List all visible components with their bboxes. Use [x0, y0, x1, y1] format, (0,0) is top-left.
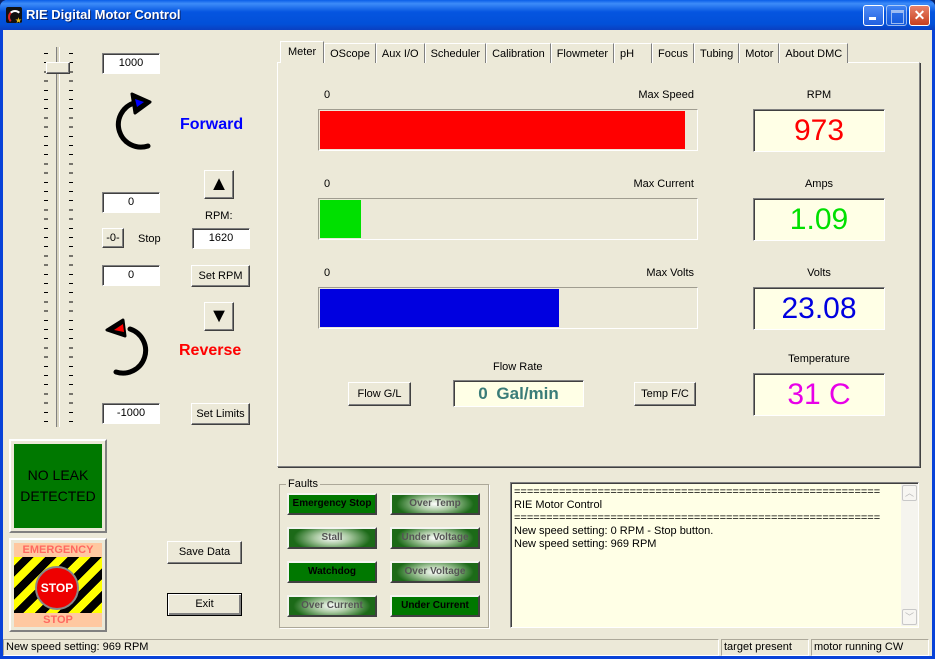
fault-over-voltage: Over Voltage: [390, 561, 480, 583]
zero-button[interactable]: -0-: [102, 228, 124, 248]
tab-focus[interactable]: Focus: [652, 43, 695, 63]
tab-about-dmc[interactable]: About DMC: [779, 43, 849, 63]
current-speed-field[interactable]: 0: [102, 192, 160, 213]
hazard-stripes: EMERGENCY STOP STOP: [14, 543, 102, 627]
tab-motor[interactable]: Motor: [739, 43, 780, 63]
status-target: target present: [721, 639, 809, 656]
emergency-stop-button[interactable]: EMERGENCY STOP STOP: [9, 538, 107, 632]
tab-tubing[interactable]: Tubing: [694, 43, 740, 63]
flow-rate-label: Flow Rate: [493, 361, 543, 373]
emergency-label: EMERGENCY: [14, 543, 102, 557]
flow-units-button[interactable]: Flow G/L: [348, 382, 411, 406]
log-text: ========================================…: [514, 486, 880, 551]
fault-under-current: Under Current: [390, 595, 480, 617]
temperature-readout: 31 C: [753, 373, 885, 416]
temp-units-button[interactable]: Temp F/C: [634, 382, 696, 406]
tab-flowmeter[interactable]: Flowmeter: [550, 43, 615, 63]
event-log[interactable]: ========================================…: [510, 482, 919, 628]
bar-max-label: Max Speed: [638, 89, 694, 101]
exit-button[interactable]: Exit: [167, 593, 242, 616]
volts-readout: 23.08: [753, 287, 885, 330]
speed-bar: [318, 109, 698, 151]
log-line: ========================================…: [514, 512, 881, 524]
stop-button[interactable]: STOP: [35, 566, 79, 610]
fault-over-current: Over Current: [287, 595, 377, 617]
log-scrollbar[interactable]: ︿ ﹀: [901, 484, 918, 626]
scroll-down-button[interactable]: ﹀: [902, 609, 917, 625]
bar-min-label: 0: [324, 89, 331, 101]
faults-title: Faults: [286, 478, 320, 490]
slider-ticks-right: [69, 53, 73, 428]
rotate-counterclockwise-icon[interactable]: [100, 312, 160, 386]
amps-label: Amps: [804, 178, 834, 190]
tab-aux-i-o[interactable]: Aux I/O: [375, 43, 425, 63]
bar-min-label: 0: [324, 267, 331, 279]
rpm-readout: 973: [753, 109, 885, 152]
leak-status: NO LEAK DETECTED: [14, 444, 102, 528]
rotate-clockwise-icon[interactable]: [100, 86, 160, 160]
fault-stall: Stall: [287, 527, 377, 549]
forward-label: Forward: [180, 116, 244, 133]
tab-strip: Meter OScope Aux I/O Scheduler Calibration Fl…: [280, 41, 849, 63]
bar-fill: [320, 111, 685, 149]
speed-slider-thumb[interactable]: [46, 62, 70, 75]
save-data-button[interactable]: Save Data: [167, 541, 242, 564]
log-line: New speed setting: 969 RPM: [514, 538, 657, 550]
current-bar: [318, 198, 698, 240]
bar-min-label: 0: [324, 178, 331, 190]
scroll-up-button[interactable]: ︿: [902, 485, 917, 501]
speed-down-button[interactable]: ▼: [204, 302, 234, 331]
bar-max-label: Max Volts: [646, 267, 694, 279]
amps-readout: 1.09: [753, 198, 885, 241]
log-line: New speed setting: 0 RPM - Stop button.: [514, 525, 714, 537]
window-title: RIE Digital Motor Control: [26, 7, 181, 22]
stop-label-bottom: STOP: [14, 613, 102, 627]
minimize-button[interactable]: [863, 5, 884, 26]
tab-meter[interactable]: Meter: [280, 41, 325, 63]
tab-ph[interactable]: pH: [614, 43, 653, 63]
flow-rate-display: 0 Gal/min: [453, 380, 584, 407]
min-speed-field[interactable]: -1000: [102, 403, 160, 424]
speed-slider-track[interactable]: [56, 47, 60, 427]
status-message: New speed setting: 969 RPM: [3, 639, 719, 656]
status-bar: New speed setting: 969 RPM target presen…: [0, 639, 929, 656]
leak-indicator: NO LEAK DETECTED: [9, 439, 107, 533]
log-line: ========================================…: [514, 486, 881, 498]
tab-scheduler[interactable]: Scheduler: [424, 43, 487, 63]
stop-label: Stop: [138, 233, 161, 245]
bar-max-label: Max Current: [633, 178, 694, 190]
fault-emergency-stop: Emergency Stop: [287, 493, 377, 515]
fault-over-temp: Over Temp: [390, 493, 480, 515]
fault-under-voltage: Under Voltage: [390, 527, 480, 549]
tab-oscope[interactable]: OScope: [324, 43, 376, 63]
status-motor: motor running CW: [811, 639, 929, 656]
app-icon[interactable]: [6, 7, 22, 23]
rpm-input[interactable]: 1620: [192, 228, 250, 249]
log-line: RIE Motor Control: [514, 499, 603, 511]
leak-status-line1: NO LEAK: [27, 467, 89, 483]
reverse-speed-field[interactable]: 0: [102, 265, 160, 286]
maximize-button[interactable]: [886, 5, 907, 26]
bar-fill: [320, 200, 362, 238]
close-button[interactable]: ✕: [909, 5, 930, 26]
temperature-label: Temperature: [788, 353, 850, 365]
set-rpm-button[interactable]: Set RPM: [191, 265, 250, 287]
volts-label: Volts: [807, 267, 831, 279]
bar-fill: [320, 289, 559, 327]
reverse-label: Reverse: [179, 342, 242, 359]
volts-bar: [318, 287, 698, 329]
max-speed-field[interactable]: 1000: [102, 53, 160, 74]
rpm-label: RPM:: [205, 210, 233, 222]
speed-up-button[interactable]: ▲: [204, 170, 234, 199]
rpm-label: RPM: [806, 89, 832, 101]
title-bar[interactable]: RIE Digital Motor Control ✕: [0, 0, 935, 30]
leak-status-line2: DETECTED: [20, 488, 96, 504]
tab-calibration[interactable]: Calibration: [486, 43, 551, 63]
slider-ticks-left: [44, 53, 48, 428]
fault-watchdog: Watchdog: [287, 561, 377, 583]
set-limits-button[interactable]: Set Limits: [191, 403, 250, 425]
